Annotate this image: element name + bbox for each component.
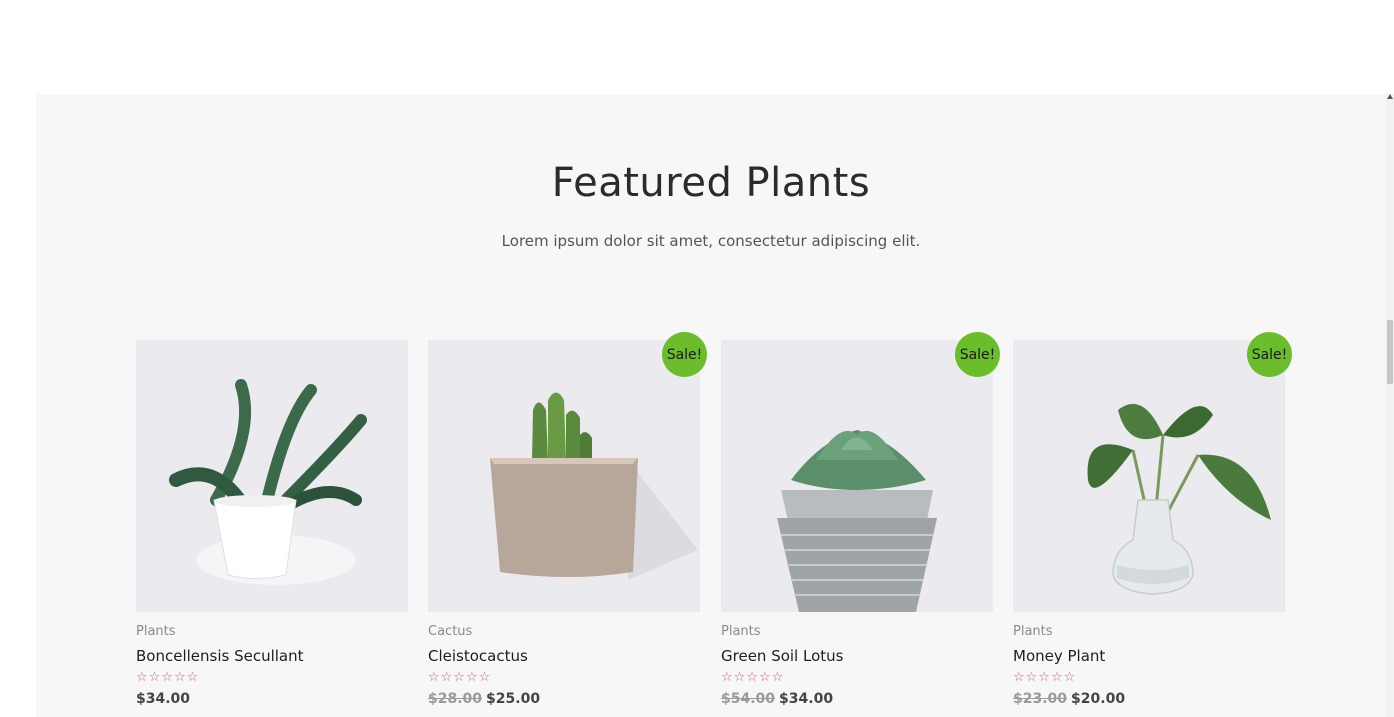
product-image[interactable] <box>721 340 993 612</box>
scrollbar-thumb[interactable] <box>1387 320 1393 384</box>
product-image[interactable] <box>136 340 408 612</box>
product-category[interactable]: Plants <box>721 624 993 639</box>
product-card[interactable]: Sale! Plants Money Plant ☆☆☆☆☆ $23.00 $20… <box>1013 332 1292 707</box>
scroll-up-arrow-icon[interactable] <box>1387 94 1393 99</box>
product-price: $23.00 $20.00 <box>1013 691 1285 707</box>
product-name[interactable]: Cleistocactus <box>428 647 700 665</box>
product-image[interactable] <box>1013 340 1285 612</box>
original-price: $23.00 <box>1013 691 1068 707</box>
rating-stars-icon: ☆☆☆☆☆ <box>1013 670 1077 685</box>
vertical-scrollbar[interactable] <box>1386 94 1394 717</box>
rating-stars-icon: ☆☆☆☆☆ <box>428 670 492 685</box>
featured-plants-section: Featured Plants Lorem ipsum dolor sit am… <box>36 94 1386 717</box>
current-price: $20.00 <box>1071 691 1126 707</box>
product-name[interactable]: Boncellensis Secullant <box>136 647 408 665</box>
sale-badge: Sale! <box>662 332 707 377</box>
product-price: $34.00 <box>136 691 408 707</box>
product-image[interactable] <box>428 340 700 612</box>
money-plant-image <box>1087 403 1271 595</box>
current-price: $25.00 <box>486 691 541 707</box>
cactus-image <box>490 392 698 580</box>
rating-stars-icon: ☆☆☆☆☆ <box>136 670 200 685</box>
current-price: $34.00 <box>136 691 191 707</box>
section-subtitle: Lorem ipsum dolor sit amet, consectetur … <box>501 232 921 250</box>
product-price: $54.00 $34.00 <box>721 691 993 707</box>
current-price: $34.00 <box>779 691 834 707</box>
product-name[interactable]: Money Plant <box>1013 647 1285 665</box>
succulent-image <box>169 379 367 585</box>
product-card[interactable]: Sale! Cactus Cleistocactus ☆☆☆☆☆ $28.00 $… <box>428 332 707 707</box>
product-category[interactable]: Plants <box>136 624 408 639</box>
original-price: $54.00 <box>721 691 776 707</box>
product-price: $28.00 $25.00 <box>428 691 700 707</box>
product-category[interactable]: Cactus <box>428 624 700 639</box>
sale-badge: Sale! <box>955 332 1000 377</box>
lotus-succulent-image <box>777 430 937 612</box>
product-category[interactable]: Plants <box>1013 624 1285 639</box>
product-card[interactable]: Sale! Plants Green Soil Lotus ☆☆☆☆☆ $54.… <box>721 332 1000 707</box>
product-name[interactable]: Green Soil Lotus <box>721 647 993 665</box>
section-title: Featured Plants <box>551 160 871 206</box>
sale-badge: Sale! <box>1247 332 1292 377</box>
original-price: $28.00 <box>428 691 483 707</box>
product-card[interactable]: Plants Boncellensis Secullant ☆☆☆☆☆ $34.… <box>136 340 408 707</box>
rating-stars-icon: ☆☆☆☆☆ <box>721 670 785 685</box>
